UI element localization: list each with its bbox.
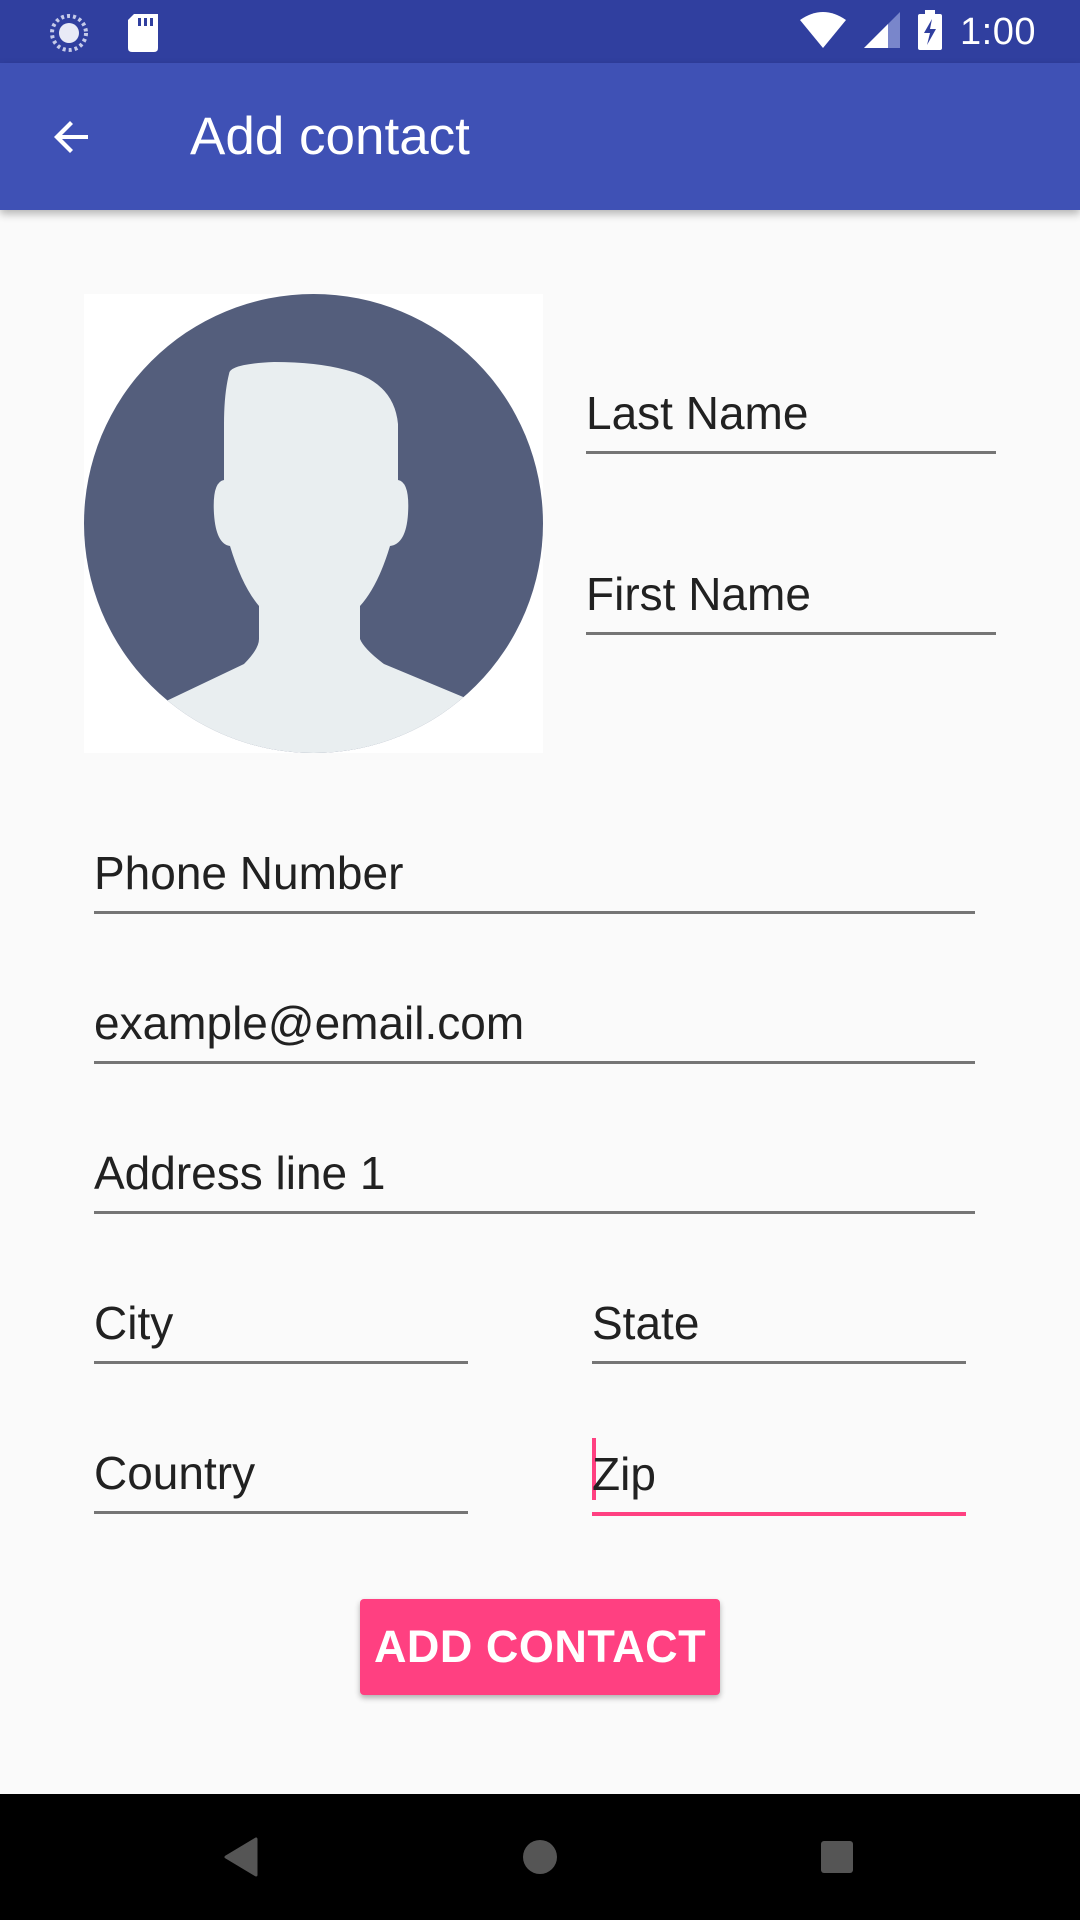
last-name-placeholder: Last Name — [586, 387, 809, 439]
email-placeholder: example@email.com — [94, 997, 525, 1049]
arrow-back-icon — [54, 121, 88, 153]
back-icon — [224, 1837, 258, 1877]
navigation-bar — [0, 1794, 1080, 1920]
email-field[interactable]: example@email.com — [94, 994, 975, 1064]
status-right-icons: 1:00 — [800, 8, 1036, 56]
status-time: 1:00 — [960, 11, 1036, 53]
signal-icon — [864, 11, 901, 53]
zip-placeholder: Zip — [592, 1448, 656, 1500]
country-placeholder: Country — [94, 1447, 256, 1499]
nav-recents-button[interactable] — [807, 1827, 867, 1887]
zip-field[interactable]: Zip — [592, 1438, 966, 1516]
back-button[interactable] — [34, 99, 110, 175]
nav-back-button[interactable] — [210, 1827, 270, 1887]
spinner-icon — [48, 12, 90, 59]
last-name-field[interactable]: Last Name — [586, 386, 996, 454]
battery-charging-icon — [918, 9, 943, 55]
avatar-picker[interactable] — [84, 294, 543, 753]
state-field[interactable]: State — [592, 1294, 966, 1364]
person-placeholder-icon — [84, 294, 543, 753]
sd-card-icon — [128, 14, 160, 57]
country-field[interactable]: Country — [94, 1444, 468, 1514]
first-name-placeholder: First Name — [586, 568, 811, 620]
status-bar: 1:00 — [0, 0, 1080, 63]
home-icon — [523, 1840, 557, 1874]
phone-number-field[interactable]: Phone Number — [94, 844, 975, 914]
nav-home-button[interactable] — [510, 1827, 570, 1887]
recents-icon — [821, 1841, 853, 1873]
add-contact-button[interactable]: ADD CONTACT — [360, 1599, 720, 1695]
city-placeholder: City — [94, 1297, 174, 1349]
address-line-1-field[interactable]: Address line 1 — [94, 1144, 975, 1214]
state-placeholder: State — [592, 1297, 700, 1349]
status-left-icons — [48, 12, 160, 59]
wifi-icon — [800, 11, 847, 53]
city-field[interactable]: City — [94, 1294, 468, 1364]
app-bar: Add contact — [0, 63, 1080, 210]
phone-number-placeholder: Phone Number — [94, 847, 404, 899]
page-title: Add contact — [190, 107, 470, 166]
address-line-1-placeholder: Address line 1 — [94, 1147, 386, 1199]
first-name-field[interactable]: First Name — [586, 567, 996, 635]
